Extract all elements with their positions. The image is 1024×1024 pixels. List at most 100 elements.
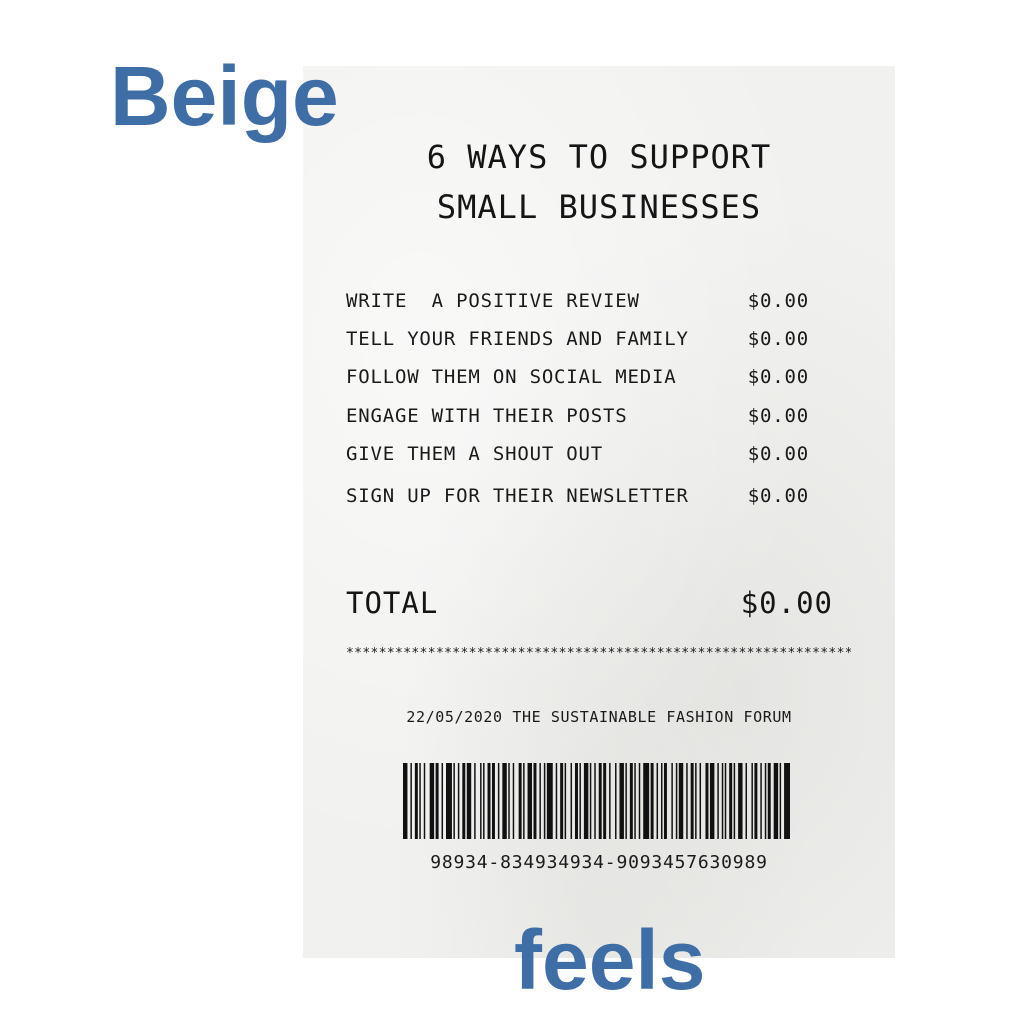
total-label: TOTAL <box>346 586 439 620</box>
barcode-bar <box>497 763 500 839</box>
barcode-bar <box>539 763 541 839</box>
barcode-bar <box>555 763 558 839</box>
barcode-bar <box>446 763 452 839</box>
item-label: TELL YOUR FRIENDS AND FAMILY <box>346 328 689 350</box>
barcode-bar <box>661 763 663 839</box>
barcode-bar <box>523 763 525 839</box>
barcode-bar <box>733 763 736 839</box>
barcode-bar <box>589 763 592 839</box>
barcode-bar <box>629 763 633 839</box>
receipt: 6 WAYS TO SUPPORT SMALL BUSINESSES WRITE… <box>303 66 895 958</box>
barcode-bar <box>518 763 522 839</box>
barcode-bar <box>675 763 678 839</box>
barcode-bar <box>441 763 444 839</box>
barcode-bar <box>638 763 641 839</box>
barcode-bar <box>594 763 596 839</box>
line-item: FOLLOW THEM ON SOCIAL MEDIA $0.00 <box>346 366 809 388</box>
barcode-bar <box>564 763 567 839</box>
line-item: TELL YOUR FRIENDS AND FAMILY $0.00 <box>346 328 809 350</box>
barcode-bar <box>615 763 617 839</box>
barcode-bar <box>729 763 733 839</box>
barcode-bar <box>764 763 767 839</box>
barcode-bar <box>609 763 611 839</box>
item-price: $0.00 <box>747 485 809 507</box>
barcode-bar <box>410 763 412 839</box>
barcode-bar <box>466 763 472 839</box>
barcode-bar <box>699 763 702 839</box>
barcode-bar <box>779 763 782 839</box>
barcode-bar <box>767 763 771 839</box>
item-label: WRITE A POSITIVE REVIEW <box>346 290 640 312</box>
item-label: GIVE THEM A SHOUT OUT <box>346 443 604 465</box>
barcode-bar <box>603 763 607 839</box>
barcode-bar <box>695 763 697 839</box>
barcode-number: 98934-834934934-9093457630989 <box>430 852 768 873</box>
barcode-bar <box>650 763 654 839</box>
barcode-bar <box>403 763 408 839</box>
barcode-bar <box>414 763 418 839</box>
barcode-bar <box>773 763 779 839</box>
barcode-bar <box>575 763 578 839</box>
barcode-bar <box>546 763 553 839</box>
barcode-bar <box>690 763 694 839</box>
barcode-bar <box>678 763 684 839</box>
total-row: TOTAL $0.00 <box>346 586 833 620</box>
barcode-bar <box>508 763 510 839</box>
barcode-bar <box>483 763 485 839</box>
item-price: $0.00 <box>747 328 809 350</box>
barcode-bar <box>487 763 491 839</box>
item-label: ENGAGE WITH THEIR POSTS <box>346 405 628 427</box>
barcode-bar <box>579 763 581 839</box>
barcode-bar <box>686 763 688 839</box>
line-item: GIVE THEM A SHOUT OUT $0.00 <box>346 443 809 465</box>
barcode-bar <box>502 763 507 839</box>
barcode-bar <box>462 763 466 839</box>
barcode-bar <box>474 763 476 839</box>
barcode-bar <box>663 763 667 839</box>
barcode-bar <box>543 763 546 839</box>
item-label: FOLLOW THEM ON SOCIAL MEDIA <box>346 366 677 388</box>
item-label: SIGN UP FOR THEIR NEWSLETTER <box>346 485 689 507</box>
barcode-bar <box>423 763 426 839</box>
overlay-word-top: Beige <box>110 49 339 143</box>
barcode-bar <box>560 763 564 839</box>
barcode-bar <box>625 763 627 839</box>
barcode-bar <box>527 763 532 839</box>
barcode-bar <box>457 763 460 839</box>
separator-line: ****************************************… <box>346 646 851 661</box>
barcode-bar <box>429 763 435 839</box>
barcode-bar <box>784 763 790 839</box>
line-item: ENGAGE WITH THEIR POSTS $0.00 <box>346 405 809 427</box>
barcode-bar <box>583 763 589 839</box>
item-price: $0.00 <box>747 405 809 427</box>
barcode <box>403 763 790 839</box>
item-price: $0.00 <box>747 366 809 388</box>
barcode-bar <box>760 763 762 839</box>
line-item: WRITE A POSITIVE REVIEW $0.00 <box>346 290 809 312</box>
barcode-bar <box>570 763 573 839</box>
item-price: $0.00 <box>747 443 809 465</box>
receipt-footer: 22/05/2020 THE SUSTAINABLE FASHION FORUM <box>406 708 792 726</box>
barcode-bar <box>721 763 724 839</box>
barcode-bar <box>709 763 715 839</box>
title-line-1: 6 WAYS TO SUPPORT <box>426 138 772 176</box>
item-price: $0.00 <box>747 290 809 312</box>
barcode-bar <box>453 763 455 839</box>
barcode-bar <box>419 763 421 839</box>
barcode-bar <box>491 763 495 839</box>
line-item: SIGN UP FOR THEIR NEWSLETTER $0.00 <box>346 485 809 507</box>
barcode-bar <box>619 763 624 839</box>
barcode-bar <box>643 763 650 839</box>
barcode-bar <box>533 763 537 839</box>
barcode-bar <box>512 763 515 839</box>
barcode-bar <box>751 763 753 839</box>
barcode-bar <box>745 763 747 839</box>
barcode-bar <box>724 763 727 839</box>
barcode-bar <box>634 763 636 839</box>
total-value: $0.00 <box>740 586 833 620</box>
barcode-bar <box>671 763 673 839</box>
overlay-word-bottom: feels <box>514 913 706 1007</box>
receipt-title: 6 WAYS TO SUPPORT SMALL BUSINESSES <box>303 132 895 232</box>
barcode-bar <box>656 763 659 839</box>
barcode-bar <box>738 763 743 839</box>
